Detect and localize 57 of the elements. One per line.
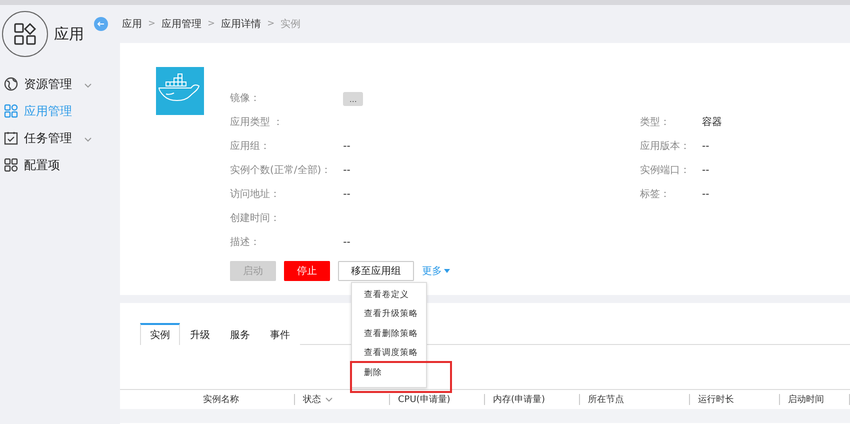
sort-icon: [325, 397, 333, 402]
calendar-check-icon: [4, 131, 18, 145]
chevron-down-icon: [84, 83, 92, 88]
field-value: 容器: [702, 116, 723, 130]
sidebar-item[interactable]: 任务管理: [0, 127, 120, 149]
field-value: --: [702, 140, 710, 154]
grid-icon: [4, 104, 18, 118]
field-value: --: [343, 164, 352, 178]
breadcrumb-link[interactable]: 应用详情: [221, 17, 262, 31]
breadcrumb-link[interactable]: 应用: [122, 17, 142, 31]
column-header[interactable]: 内存(申请量): [485, 394, 580, 405]
field-label: 应用版本：: [640, 140, 690, 154]
config-icon: [4, 158, 18, 172]
breadcrumb-separator: >: [267, 19, 275, 29]
menu-item[interactable]: 查看调度策略: [352, 344, 426, 363]
field-value: --: [702, 188, 710, 202]
column-header[interactable]: 运行时长: [690, 394, 780, 405]
column-header[interactable]: 状态: [295, 394, 390, 405]
caret-down-icon: [444, 269, 450, 273]
back-button[interactable]: [94, 17, 108, 31]
field-label: 访问地址：: [230, 188, 281, 202]
field-label: 描述：: [230, 236, 261, 250]
sidebar-item[interactable]: 资源管理: [0, 73, 120, 95]
menu-item[interactable]: 查看升级策略: [352, 304, 426, 324]
field-value: --: [343, 236, 352, 250]
field-label: 类型：: [640, 116, 671, 130]
chevron-down-icon: [84, 137, 92, 142]
tab[interactable]: 实例: [140, 323, 180, 345]
field-label: 实例端口：: [640, 164, 690, 178]
field-label: 标签：: [640, 188, 671, 202]
field-label: 应用组：: [230, 140, 271, 154]
field-label: 创建时间：: [230, 212, 281, 226]
breadcrumb-separator: >: [208, 19, 216, 29]
column-header[interactable]: CPU(申请量): [390, 394, 485, 405]
move-button[interactable]: 移至应用组: [338, 261, 414, 281]
arrow-left-icon: [97, 20, 105, 28]
breadcrumb-link[interactable]: 应用管理: [162, 17, 202, 31]
field-value: --: [702, 164, 710, 178]
container-logo: [156, 67, 204, 115]
field-value: --: [343, 188, 352, 202]
field-label: 应用类型 ：: [230, 116, 284, 130]
column-header[interactable]: 所在节点: [580, 394, 690, 405]
logo-title: 应用: [54, 24, 84, 44]
menu-item[interactable]: 删除: [352, 363, 426, 382]
apps-icon: [13, 22, 37, 46]
image-button[interactable]: ...: [343, 92, 364, 106]
field-label: 实例个数(正常/全部)：: [230, 164, 332, 178]
field-label: 镜像：: [230, 92, 261, 106]
menu-item[interactable]: 查看卷定义: [352, 285, 426, 304]
breadcrumb-separator: >: [148, 19, 156, 29]
globe-icon: [4, 77, 18, 91]
stop-button[interactable]: 停止: [284, 261, 330, 281]
column-header[interactable]: 启动时间: [780, 394, 850, 405]
menu-item[interactable]: 查看删除策略: [352, 324, 426, 344]
field-value: --: [343, 140, 352, 154]
column-header[interactable]: 实例名称: [195, 394, 295, 405]
sidebar-item[interactable]: 配置项: [0, 154, 120, 176]
